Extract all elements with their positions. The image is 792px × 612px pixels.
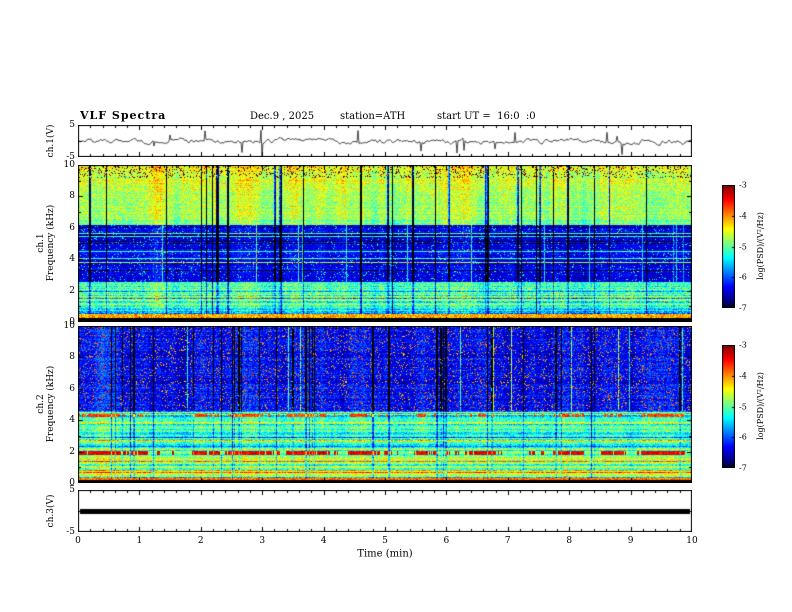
colorbar2-tick-label: -6 xyxy=(739,432,747,442)
sp2-y-tick-label: 2 xyxy=(69,446,75,457)
vlf-spectra-figure: VLF Spectra Dec.9 , 2025 station=ATH sta… xyxy=(0,0,792,612)
ch1-spectrogram-ylabel-line2: Frequency (kHz) xyxy=(46,204,56,282)
x-tick-label: 0 xyxy=(75,536,81,546)
sp1-y-tick-label: 2 xyxy=(69,285,75,296)
colorbar1-tick-label: -7 xyxy=(739,303,747,313)
sp2-y-tick-label: 0 xyxy=(69,478,75,488)
colorbar2-tick-label: -4 xyxy=(739,371,747,381)
colorbar2-tick-label: -3 xyxy=(739,340,747,350)
wf1-y-tick-label: 5 xyxy=(69,120,75,130)
ch1-waveform-canvas xyxy=(78,125,692,157)
colorbar1-label: log(PSD)/(V²/Hz) xyxy=(756,212,765,280)
x-tick-label: 2 xyxy=(197,536,204,546)
colorbar2-label: log(PSD)/(V²/Hz) xyxy=(756,372,765,440)
figure-title: VLF Spectra xyxy=(80,109,167,122)
x-tick-label: 3 xyxy=(259,536,266,546)
ch1-voltage-ylabel: ch.1(V) xyxy=(46,124,56,158)
sp1-y-tick-label: 6 xyxy=(69,222,75,233)
ch2-spectrogram-ylabel: ch.2 Frequency (kHz) xyxy=(36,366,56,443)
ch3-voltage-ylabel: ch.3(V) xyxy=(46,494,56,528)
sp1-y-tick-label: 8 xyxy=(69,191,75,202)
sp2-y-tick-label: 8 xyxy=(69,352,75,363)
ch1-spectrogram-ylabel: ch.1 Frequency (kHz) xyxy=(36,205,56,282)
x-tick-label: 4 xyxy=(320,536,327,546)
sp2-y-tick-label: 4 xyxy=(69,415,75,426)
ch1-spectrogram-ylabel-line1: ch.1 xyxy=(36,233,46,253)
sp1-y-tick-label: 10 xyxy=(63,160,75,170)
x-tick-label: 7 xyxy=(504,536,511,546)
ch2-spectrogram-ylabel-line2: Frequency (kHz) xyxy=(46,365,56,443)
x-tick-label: 9 xyxy=(627,536,634,546)
colorbar1-canvas xyxy=(722,185,735,308)
colorbar1-tick-label: -3 xyxy=(739,180,747,190)
colorbar2-canvas xyxy=(722,345,735,468)
ch2-spectrogram-ylabel-line1: ch.2 xyxy=(36,394,46,414)
x-tick-label: 8 xyxy=(566,536,573,546)
start-ut-label: start UT = 16:0 :0 xyxy=(437,111,536,122)
time-axis-label: Time (min) xyxy=(357,548,413,560)
x-tick-label: 6 xyxy=(443,536,450,546)
colorbar1-tick-label: -5 xyxy=(739,242,747,251)
colorbar2-tick-label: -7 xyxy=(739,463,747,473)
colorbar1-tick-label: -4 xyxy=(739,211,747,221)
ch2-spectrogram-canvas xyxy=(78,326,692,483)
x-tick-label: 10 xyxy=(686,536,698,546)
station-label: station=ATH xyxy=(340,111,406,122)
sp1-y-tick-label: 4 xyxy=(69,254,75,265)
wf3-y-tick-label: -5 xyxy=(66,527,75,537)
ch1-spectrogram-canvas xyxy=(78,165,692,322)
x-tick-label: 1 xyxy=(136,536,143,546)
colorbar2-tick-label: -5 xyxy=(739,402,747,411)
x-tick-label: 5 xyxy=(382,536,388,546)
sp2-y-tick-label: 10 xyxy=(63,321,75,331)
figure-date: Dec.9 , 2025 xyxy=(250,111,315,122)
sp2-y-tick-label: 6 xyxy=(69,383,75,394)
colorbar1-tick-label: -6 xyxy=(739,272,747,282)
ch3-waveform-canvas xyxy=(78,490,692,532)
